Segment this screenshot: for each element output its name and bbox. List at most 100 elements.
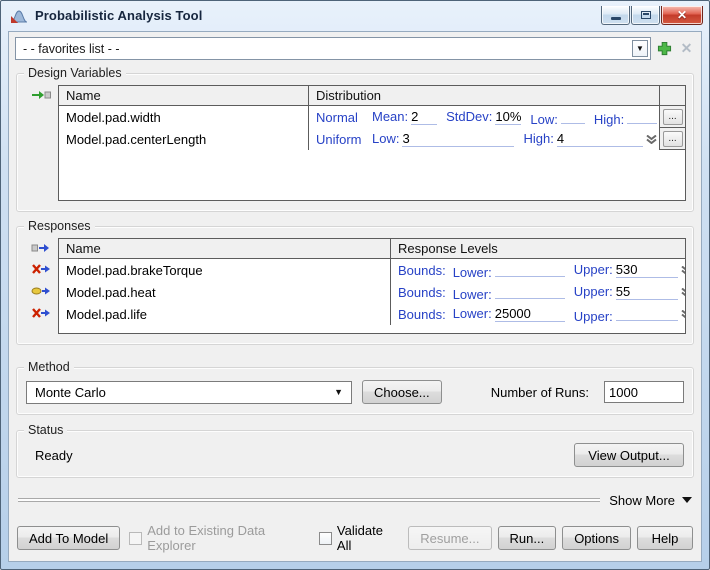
probabilistic-analysis-window: Probabilistic Analysis Tool ✕ - - favori… xyxy=(0,0,710,570)
response-name: Model.pad.heat xyxy=(59,281,391,303)
table-row[interactable]: Model.pad.heat Bounds: Lower: Upper:55 xyxy=(59,281,685,303)
favorites-value: - - favorites list - - xyxy=(23,42,120,56)
variable-name: Model.pad.width xyxy=(59,106,309,128)
minimize-button[interactable] xyxy=(601,6,630,25)
lower-field[interactable]: 25000 xyxy=(495,306,565,322)
more-options-button[interactable]: ... xyxy=(663,109,683,125)
add-variable-icon[interactable] xyxy=(31,89,51,101)
high-field[interactable]: 4 xyxy=(557,131,643,147)
upper-label[interactable]: Upper: xyxy=(574,262,613,277)
delete-favorite-button: ✕ xyxy=(678,40,695,57)
mean-field[interactable]: 2 xyxy=(411,109,437,125)
favorites-combobox[interactable]: - - favorites list - - ▼ xyxy=(15,37,651,60)
combo-down-arrow-icon: ▼ xyxy=(334,387,343,397)
method-label: Method xyxy=(24,360,74,374)
separator xyxy=(18,498,600,502)
chevron-double-down-icon[interactable] xyxy=(680,288,686,297)
bounds-link[interactable]: Bounds: xyxy=(398,263,446,278)
stddev-label[interactable]: StdDev: xyxy=(446,109,492,124)
design-variables-group: Design Variables Name Distribution xyxy=(16,73,694,212)
stddev-field[interactable]: 10% xyxy=(495,109,521,125)
responses-group: Responses xyxy=(16,226,694,345)
table-empty-area xyxy=(59,325,685,333)
lower-label[interactable]: Lower: xyxy=(453,306,492,321)
more-options-button[interactable]: ... xyxy=(663,131,683,147)
view-output-button[interactable]: View Output... xyxy=(574,443,684,467)
method-selected-value: Monte Carlo xyxy=(35,385,106,400)
yellow-oval-arrow-icon xyxy=(31,285,51,297)
chevron-double-down-icon[interactable] xyxy=(645,135,658,144)
mean-label[interactable]: Mean: xyxy=(372,109,408,124)
number-of-runs-input[interactable] xyxy=(604,381,684,403)
variable-name: Model.pad.centerLength xyxy=(59,128,309,150)
lower-label[interactable]: Lower: xyxy=(453,287,492,302)
lower-field[interactable] xyxy=(495,283,565,299)
chevron-double-down-icon[interactable] xyxy=(680,310,686,319)
responses-label: Responses xyxy=(24,219,95,233)
gray-x-icon: ✕ xyxy=(681,40,693,57)
column-header-name[interactable]: Name xyxy=(59,239,391,258)
table-empty-area xyxy=(59,150,685,200)
distribution-link[interactable]: Uniform xyxy=(316,132,360,147)
table-row[interactable]: Model.pad.width Normal Mean:2 StdDev:10%… xyxy=(59,106,685,128)
table-row[interactable]: Model.pad.life Bounds: Lower:25000 Upper… xyxy=(59,303,685,325)
choose-button[interactable]: Choose... xyxy=(362,380,442,404)
bounds-link[interactable]: Bounds: xyxy=(398,285,446,300)
help-button[interactable]: Help xyxy=(637,526,693,550)
maximize-button[interactable] xyxy=(631,6,660,25)
upper-field[interactable]: 530 xyxy=(616,262,678,278)
upper-label[interactable]: Upper: xyxy=(574,309,613,324)
column-header-name[interactable]: Name xyxy=(59,86,309,105)
dialog-client-area: - - favorites list - - ▼ ✕ Design Variab… xyxy=(8,31,702,562)
triangle-down-icon xyxy=(682,497,692,503)
add-favorite-button[interactable] xyxy=(656,40,673,57)
lower-field[interactable] xyxy=(495,261,565,277)
chevron-double-down-icon[interactable] xyxy=(680,266,686,275)
status-group: Status Ready View Output... xyxy=(16,430,694,478)
add-response-icon[interactable] xyxy=(31,242,51,254)
high-label[interactable]: High: xyxy=(523,131,553,146)
distribution-curve-app-icon xyxy=(10,8,28,24)
table-row[interactable]: Model.pad.centerLength Uniform Low:3 Hig… xyxy=(59,128,685,150)
add-to-model-button[interactable]: Add To Model xyxy=(17,526,120,550)
status-text: Ready xyxy=(26,448,73,463)
upper-field[interactable] xyxy=(616,305,678,321)
method-group: Method Monte Carlo ▼ Choose... Number of… xyxy=(16,367,694,415)
validate-all-label: Validate All xyxy=(337,523,390,553)
column-header-actions xyxy=(659,86,685,105)
lower-label[interactable]: Lower: xyxy=(453,265,492,280)
validate-all-checkbox[interactable] xyxy=(319,532,332,545)
run-button[interactable]: Run... xyxy=(498,526,557,550)
close-icon: ✕ xyxy=(677,9,687,21)
number-of-runs-label: Number of Runs: xyxy=(491,385,589,400)
upper-field[interactable]: 55 xyxy=(616,284,678,300)
window-title: Probabilistic Analysis Tool xyxy=(35,8,202,23)
low-field[interactable] xyxy=(561,108,585,124)
status-label: Status xyxy=(24,423,67,437)
low-field[interactable]: 3 xyxy=(402,131,514,147)
title-bar[interactable]: Probabilistic Analysis Tool ✕ xyxy=(1,1,709,30)
upper-label[interactable]: Upper: xyxy=(574,284,613,299)
high-field[interactable] xyxy=(627,108,657,124)
high-label[interactable]: High: xyxy=(594,112,624,127)
low-label[interactable]: Low: xyxy=(372,131,399,146)
design-variables-label: Design Variables xyxy=(24,66,126,80)
low-label[interactable]: Low: xyxy=(530,112,557,127)
distribution-link[interactable]: Normal xyxy=(316,110,360,125)
response-name: Model.pad.brakeTorque xyxy=(59,259,391,281)
add-to-existing-label: Add to Existing Data Explorer xyxy=(147,523,294,553)
maximize-icon xyxy=(641,11,651,19)
add-to-existing-checkbox xyxy=(129,532,142,545)
column-header-response-levels[interactable]: Response Levels xyxy=(391,239,685,258)
favorites-dropdown-arrow[interactable]: ▼ xyxy=(632,40,648,57)
red-x-arrow-icon xyxy=(31,307,51,319)
method-combobox[interactable]: Monte Carlo ▼ xyxy=(26,381,352,404)
show-more-toggle[interactable]: Show More xyxy=(609,493,692,508)
resume-button: Resume... xyxy=(408,526,491,550)
close-button[interactable]: ✕ xyxy=(661,6,703,25)
column-header-distribution[interactable]: Distribution xyxy=(309,86,659,105)
design-variables-table: Name Distribution Model.pad.width Normal… xyxy=(58,85,686,201)
bounds-link[interactable]: Bounds: xyxy=(398,307,446,322)
table-row[interactable]: Model.pad.brakeTorque Bounds: Lower: Upp… xyxy=(59,259,685,281)
options-button[interactable]: Options xyxy=(562,526,631,550)
